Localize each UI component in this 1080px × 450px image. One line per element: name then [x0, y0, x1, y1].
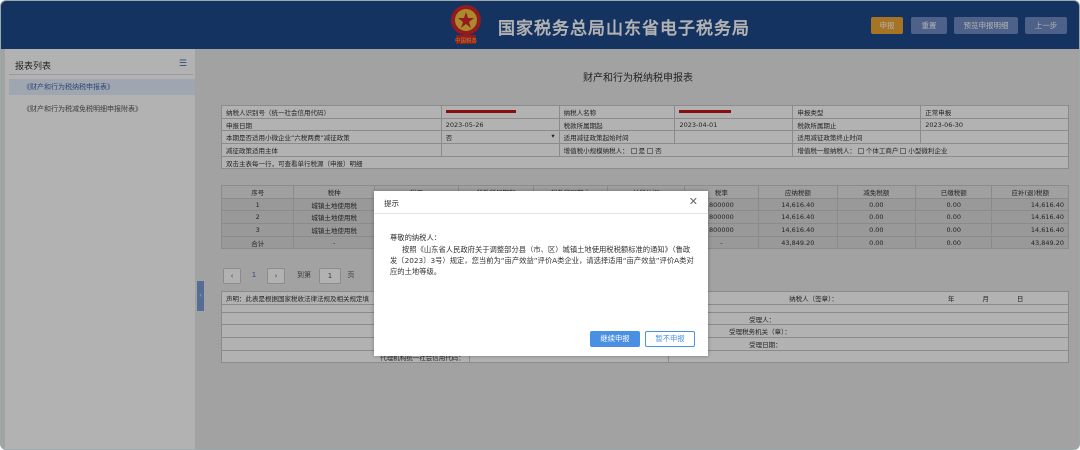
dialog-message: 按照《山东省人民政府关于调整部分县（市、区）城镇土地使用税税额标准的通知》（鲁政… [390, 245, 694, 276]
notice-dialog: 提示 ✕ 尊敬的纳税人： 按照《山东省人民政府关于调整部分县（市、区）城镇土地使… [374, 191, 708, 356]
close-icon[interactable]: ✕ [689, 195, 698, 208]
dialog-greeting: 尊敬的纳税人： [390, 233, 442, 242]
skip-declaration-button[interactable]: 暂不申报 [645, 331, 695, 347]
dialog-divider [374, 213, 708, 214]
continue-declaration-button[interactable]: 继续申报 [590, 331, 640, 347]
app-window: 中国税务 国家税务总局山东省电子税务局 申报 重置 预览申报明细 上一步 报表列… [0, 0, 1080, 450]
dialog-title: 提示 [384, 199, 399, 208]
